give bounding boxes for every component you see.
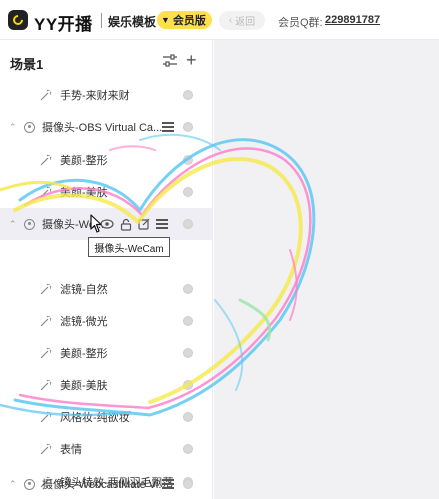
- list-item[interactable]: 滤镜-自然: [0, 273, 213, 305]
- magic-wand-icon: [40, 347, 52, 359]
- group-number-link[interactable]: 229891787: [325, 14, 380, 26]
- status-dot-icon[interactable]: [183, 122, 193, 132]
- header-divider: [101, 13, 102, 28]
- chevron-left-icon: ‹: [228, 15, 233, 26]
- crown-icon: ▼: [161, 15, 170, 25]
- list-item[interactable]: 滤镜-微光: [0, 305, 213, 337]
- item-label: 美颜-美肤: [60, 380, 108, 392]
- item-label: 摄像头-OBS Virtual Ca...: [42, 122, 163, 134]
- item-label: 美颜-整形: [60, 155, 108, 167]
- item-label: 风格妆-纯欲妆: [60, 412, 130, 424]
- menu-icon[interactable]: [162, 122, 174, 132]
- scene-title: 场景1: [10, 57, 44, 72]
- status-dot-icon[interactable]: [183, 187, 193, 197]
- magic-wand-icon: [40, 379, 52, 391]
- menu-icon[interactable]: [162, 479, 174, 489]
- magic-wand-icon: [40, 89, 52, 101]
- status-dot-icon[interactable]: [183, 155, 193, 165]
- camera-source-icon: [24, 121, 35, 133]
- camera-source-icon: [24, 218, 35, 230]
- item-label: 美颜-整形: [60, 348, 108, 360]
- top-header: YY开播 娱乐模板 ▼ 会员版 ‹ 返回 会员Q群: 229891787: [0, 0, 439, 40]
- template-name: 娱乐模板: [108, 15, 157, 29]
- list-item[interactable]: 美颜-美肤: [0, 369, 213, 401]
- list-item[interactable]: 美颜-整形: [0, 337, 213, 369]
- chevron-up-icon[interactable]: ⌃: [9, 479, 17, 490]
- list-item[interactable]: ⌃ 摄像头-OBS Virtual Ca...: [0, 111, 213, 143]
- unlock-icon[interactable]: [120, 218, 132, 231]
- item-label: 滤镜-微光: [60, 316, 108, 328]
- scene-panel: 场景1 + 手势-来财来财 ⌃ 摄像头-OBS Virtual Ca... 美颜…: [0, 40, 213, 499]
- list-item[interactable]: 手势-来财来财: [0, 79, 213, 111]
- scene-header: 场景1 +: [0, 40, 213, 80]
- list-item-hovered[interactable]: ⌃ 摄像头-We...: [0, 208, 213, 240]
- status-dot-icon[interactable]: [183, 479, 193, 489]
- camera-source-icon: [24, 478, 35, 490]
- filter-icon[interactable]: [162, 54, 178, 68]
- back-button[interactable]: ‹ 返回: [219, 11, 265, 30]
- row-actions: [100, 218, 168, 231]
- yy-logo-icon: [8, 10, 28, 30]
- status-dot-icon[interactable]: [183, 219, 193, 229]
- list-item[interactable]: ⌃ 摄像头-WebcastMate Vi...: [0, 468, 213, 499]
- list-item[interactable]: [0, 434, 213, 466]
- status-dot-icon[interactable]: [183, 412, 193, 422]
- magic-wand-icon: [40, 411, 52, 423]
- mouse-cursor-icon: [90, 214, 102, 233]
- item-label: 摄像头-WebcastMate Vi...: [42, 479, 168, 491]
- item-label: 手势-来财来财: [60, 90, 130, 102]
- chevron-up-icon[interactable]: ⌃: [9, 122, 17, 133]
- vip-label: 会员版: [172, 15, 206, 27]
- group-label: 会员Q群:: [278, 17, 323, 29]
- chevron-up-icon[interactable]: ⌃: [9, 219, 17, 230]
- status-dot-icon[interactable]: [183, 316, 193, 326]
- item-label: 滤镜-自然: [60, 284, 108, 296]
- preview-area: [214, 40, 439, 499]
- magic-wand-icon: [40, 315, 52, 327]
- magic-wand-icon: [40, 186, 52, 198]
- app-title: YY开播: [34, 15, 93, 34]
- source-tooltip: 摄像头-WeCam: [88, 237, 170, 257]
- list-item[interactable]: 风格妆-纯欲妆: [0, 401, 213, 433]
- list-item[interactable]: 美颜-整形: [0, 144, 213, 176]
- magic-wand-icon: [40, 154, 52, 166]
- status-dot-icon[interactable]: [183, 284, 193, 294]
- back-label: 返回: [235, 17, 256, 28]
- status-dot-icon[interactable]: [183, 380, 193, 390]
- edit-icon[interactable]: [138, 218, 150, 230]
- plus-icon[interactable]: +: [186, 51, 197, 69]
- status-dot-icon[interactable]: [183, 90, 193, 100]
- vip-badge[interactable]: ▼ 会员版: [157, 11, 212, 29]
- status-dot-icon[interactable]: [183, 348, 193, 358]
- item-label: 美颜-美肤: [60, 187, 108, 199]
- list-item[interactable]: 美颜-美肤: [0, 176, 213, 208]
- menu-icon[interactable]: [156, 219, 168, 229]
- magic-wand-icon: [40, 283, 52, 295]
